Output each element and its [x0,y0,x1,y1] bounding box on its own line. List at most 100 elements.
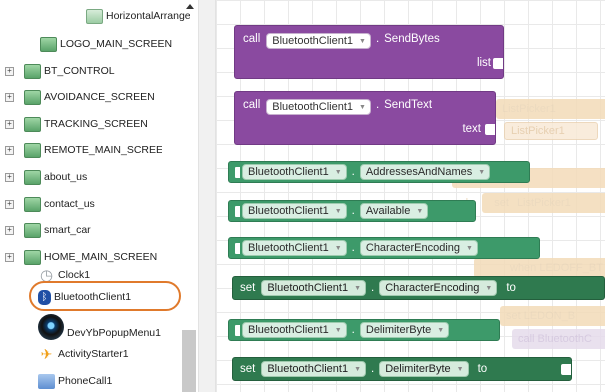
component-dropdown[interactable]: BluetoothClient1 ▼ [242,164,347,180]
component-dropdown[interactable]: BluetoothClient1 ▼ [242,322,347,338]
to-keyword: to [506,282,516,294]
chevron-down-icon: ▼ [437,326,445,334]
component-dropdown-label: BluetoothClient1 [248,166,329,178]
chevron-down-icon: ▼ [485,284,493,292]
component-dropdown[interactable]: BluetoothClient1 ▼ [261,280,367,296]
dot-separator: . [371,363,375,375]
tree-item-label: about_us [44,171,88,183]
delimiter-setter-block[interactable]: set BluetoothClient1 ▼ . DelimiterByte ▼ t… [232,357,572,381]
value-socket[interactable] [561,364,571,375]
component-dropdown-label: BluetoothClient1 [267,363,349,375]
chevron-down-icon: ▼ [334,207,342,215]
method-name: SendBytes [384,33,440,45]
component-dropdown-label: BluetoothClient1 [272,35,353,47]
component-dropdown[interactable]: BluetoothClient1 ▼ [242,203,347,219]
tree-item-label: BT_CONTROL [44,65,115,77]
tree-item[interactable]: LOGO_MAIN_SCREEN [40,33,172,55]
expand-icon[interactable]: + [5,92,14,102]
tree-item-label: TRACKING_SCREEN [44,118,148,130]
ghost-listpicker-text: ListPicker1 [502,103,556,115]
tree-item-label: REMOTE_MAIN_SCREEN [44,144,162,156]
delimiter-getter-block[interactable]: BluetoothClient1 ▼ . DelimiterByte ▼ [228,319,500,341]
tree-item-label: smart_car [44,224,91,236]
expand-icon[interactable]: + [5,66,14,76]
property-dropdown[interactable]: Available ▼ [359,203,429,219]
screen-icon [24,196,41,212]
property-dropdown[interactable]: AddressesAndNames ▼ [359,164,491,180]
property-dropdown[interactable]: DelimiterByte ▼ [359,322,450,338]
tree-item-label: PhoneCall1 [58,375,113,387]
expand-icon[interactable]: + [5,172,14,182]
component-tree: HorizontalArrangement LOGO_MAIN_SCREEN + BT… [0,0,198,392]
dot-separator: . [351,242,355,254]
horizontal-arrangement-icon [86,8,103,24]
output-notch [235,242,240,254]
charencoding-getter-block[interactable]: BluetoothClient1 ▼ . CharacterEncoding ▼ [228,237,540,259]
expand-icon[interactable]: + [5,119,14,129]
component-dropdown-label: BluetoothClient1 [267,282,349,294]
ghost-when-text: when LEDOFF_BT [510,262,603,274]
expand-icon[interactable]: + [5,145,14,155]
tree-item[interactable]: + BT_CONTROL [5,60,115,82]
ghost-listpicker-field: ListPicker1 [504,122,598,140]
property-dropdown[interactable]: CharacterEncoding ▼ [359,240,478,256]
tree-item[interactable]: + AVOIDANCE_SCREEN [5,86,155,108]
component-dropdown[interactable]: BluetoothClient1 ▼ [266,33,371,49]
available-getter-block[interactable]: BluetoothClient1 ▼ . Available ▼ [228,200,476,222]
call-keyword: call [243,99,261,111]
tree-item[interactable]: + about_us [5,166,88,188]
tree-item-label: DevYbPopupMenu1 [67,327,161,339]
ghost-set-ledon-block: set LEDON_B [500,306,605,326]
screen-icon [24,63,41,79]
property-dropdown-label: DelimiterByte [385,363,451,375]
expand-icon[interactable]: + [5,225,14,235]
tree-scrollbar[interactable] [182,330,196,392]
sendbytes-block[interactable]: call BluetoothClient1 ▼ . SendBytes list [234,25,504,79]
panel-divider[interactable] [198,0,216,392]
tree-item[interactable]: PhoneCall1 [38,370,112,392]
charencoding-setter-block[interactable]: set BluetoothClient1 ▼ . CharacterEncodin… [232,276,605,300]
chevron-down-icon: ▼ [466,244,473,252]
expand-icon[interactable]: + [5,252,14,262]
output-notch [235,166,240,178]
activity-starter-icon: ✈ [40,345,53,362]
param-label: list [476,57,491,69]
param-socket[interactable] [485,124,495,135]
tree-item[interactable]: DevYbPopupMenu1 [38,313,161,341]
ghost-set-block: do set ListPicker1 [462,193,605,213]
component-dropdown[interactable]: BluetoothClient1 ▼ [266,99,371,115]
expand-icon[interactable]: + [5,199,14,209]
output-notch [235,205,240,217]
property-dropdown[interactable]: CharacterEncoding ▼ [379,280,498,296]
tree-item[interactable]: + contact_us [5,193,95,215]
ghost-call-block: call BluetoothC [512,329,605,349]
component-dropdown[interactable]: BluetoothClient1 ▼ [242,240,347,256]
ghost-listpicker-text-2: ListPicker1 [516,197,571,209]
tree-item[interactable]: + REMOTE_MAIN_SCREEN [5,139,162,161]
tree-item[interactable]: ✈ ActivityStarter1 [38,343,129,365]
param-socket[interactable] [493,58,503,69]
ghost-when-block: when LEDOFF_BT [474,258,605,278]
method-name: SendText [384,99,433,111]
chevron-down-icon: ▼ [354,284,362,292]
sendtext-block[interactable]: call BluetoothClient1 ▼ . SendText text [234,91,496,145]
dot-separator: . [375,99,380,111]
property-dropdown-label: DelimiterByte [365,324,432,336]
tree-item-label: HOME_MAIN_SCREEN [44,251,158,263]
tree-item-label: AVOIDANCE_SCREEN [44,91,155,103]
screen-icon [24,169,41,185]
chevron-down-icon: ▼ [354,365,362,373]
tree-item[interactable]: + smart_car [5,219,91,241]
chevron-down-icon: ▼ [334,244,342,252]
set-keyword: set [240,282,256,294]
tree-item[interactable]: HorizontalArrangement [86,5,190,27]
property-dropdown[interactable]: DelimiterByte ▼ [379,361,469,377]
blocks-workspace[interactable]: ListPicker1 ListPicker1 do set ListPicke… [216,0,605,392]
ghost-call-text: call BluetoothC [518,333,592,345]
chevron-down-icon: ▼ [478,168,486,176]
tree-item[interactable]: + TRACKING_SCREEN [5,113,148,135]
set-keyword: set [240,363,256,375]
component-dropdown[interactable]: BluetoothClient1 ▼ [261,361,367,377]
addresses-getter-block[interactable]: BluetoothClient1 ▼ . AddressesAndNames ▼ [228,161,530,183]
chevron-down-icon: ▼ [334,168,342,176]
